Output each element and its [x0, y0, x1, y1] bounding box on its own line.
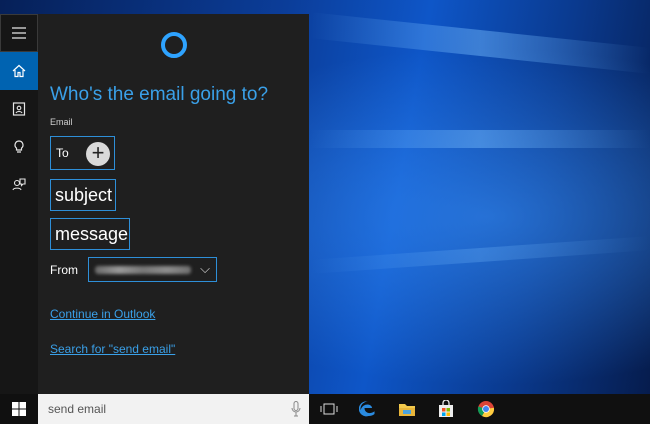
email-field-label: Email [50, 117, 73, 127]
to-recipient-field[interactable]: To + [50, 136, 115, 170]
notebook-icon [12, 102, 26, 116]
to-label: To [56, 146, 69, 160]
cortana-content: Who's the email going to? Email To + sub… [38, 14, 309, 394]
subject-placeholder: subject [55, 184, 113, 205]
file-explorer-icon [399, 404, 415, 416]
hamburger-menu-icon [12, 27, 26, 39]
store-icon [439, 400, 453, 417]
chrome-icon [477, 401, 495, 418]
feedback-button[interactable] [0, 166, 38, 204]
cortana-panel: Who's the email going to? Email To + sub… [0, 14, 309, 394]
home-button[interactable] [0, 52, 38, 90]
start-button[interactable] [0, 394, 38, 424]
taskbar-search-box[interactable] [38, 394, 309, 424]
from-label: From [50, 263, 78, 277]
wallpaper-light-beam [310, 236, 650, 274]
task-view-button[interactable] [311, 394, 347, 424]
wallpaper-light-beam [310, 130, 650, 148]
subject-field[interactable]: subject [50, 179, 116, 211]
lightbulb-icon [14, 140, 24, 153]
continue-in-outlook-link[interactable]: Continue in Outlook [50, 307, 155, 321]
microphone-icon[interactable] [291, 401, 301, 417]
blurred-email-address [95, 266, 191, 274]
chevron-down-icon: ⌵ [200, 261, 210, 276]
home-icon [12, 64, 26, 78]
from-account-dropdown[interactable]: ⌵ [88, 257, 217, 282]
taskbar [0, 394, 650, 424]
feedback-icon [12, 178, 26, 191]
edge-button[interactable] [350, 394, 386, 424]
wallpaper-light-beam [310, 12, 650, 74]
message-field[interactable]: message [50, 218, 130, 250]
windows-start-icon [12, 402, 26, 416]
file-explorer-button[interactable] [389, 394, 425, 424]
cortana-side-rail [0, 14, 38, 394]
edge-icon [359, 401, 375, 417]
message-placeholder: message [55, 223, 129, 244]
page-title: Who's the email going to? [50, 84, 269, 105]
reminders-button[interactable] [0, 128, 38, 166]
cortana-logo-icon [161, 32, 187, 58]
hamburger-menu-button[interactable] [0, 14, 38, 52]
chrome-button[interactable] [468, 394, 504, 424]
task-view-icon [320, 403, 338, 415]
store-button[interactable] [428, 394, 464, 424]
add-recipient-icon[interactable]: + [86, 142, 110, 166]
search-web-link[interactable]: Search for "send email" [50, 342, 175, 356]
notebook-button[interactable] [0, 90, 38, 128]
search-input[interactable] [38, 394, 273, 424]
